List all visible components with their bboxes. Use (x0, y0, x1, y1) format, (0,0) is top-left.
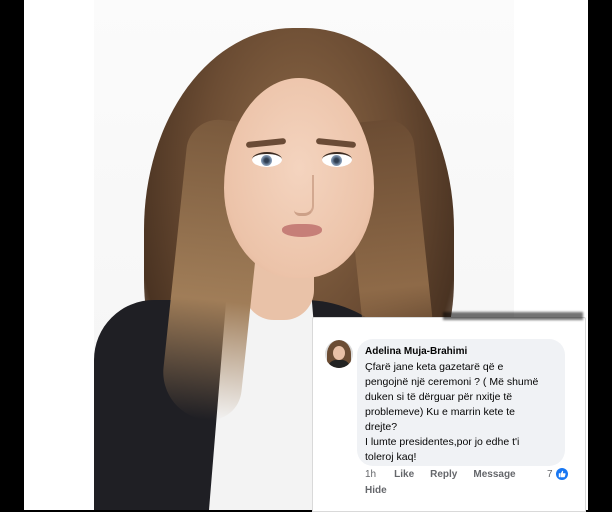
overlapped-text-fragment (443, 312, 583, 320)
comment-line: toleroj kaq! (365, 451, 417, 463)
portrait-eye-left (252, 152, 282, 167)
avatar[interactable] (325, 340, 353, 368)
avatar-face (333, 346, 345, 360)
comment-card: Adelina Muja-Brahimi Çfarë jane keta gaz… (312, 312, 586, 512)
reaction-summary[interactable]: 7 (547, 468, 568, 480)
portrait-lips (282, 224, 322, 237)
reply-button[interactable]: Reply (430, 469, 457, 480)
comment-line: Çfarë jane keta gazetarë që e (365, 361, 504, 373)
comment-line: duken si të dërguar për nxitje të (365, 391, 513, 403)
avatar-body (328, 360, 350, 368)
portrait-nose (294, 175, 314, 216)
message-button[interactable]: Message (473, 469, 515, 480)
comment-line: problemeve) Ku e marrin kete te (365, 406, 515, 418)
comment-author[interactable]: Adelina Muja-Brahimi (365, 346, 467, 357)
comment-line: pengojnë një ceremoni ? ( Më shumë (365, 376, 539, 388)
comment-line: drejte? (365, 421, 398, 433)
comment-line: I lumte presidentes,por jo edhe t'i (365, 436, 520, 448)
comment-bubble: Adelina Muja-Brahimi Çfarë jane keta gaz… (357, 339, 565, 466)
hide-button[interactable]: Hide (365, 485, 387, 496)
like-button[interactable]: Like (394, 469, 414, 480)
portrait-eye-right (322, 152, 352, 167)
comment-text: Çfarë jane keta gazetarë që e pengojnë n… (365, 360, 561, 465)
comment-actions: 1h Like Reply Message (365, 469, 532, 480)
thumbs-up-icon (555, 468, 568, 480)
reaction-count: 7 (547, 468, 553, 480)
comment-timestamp[interactable]: 1h (365, 469, 376, 480)
